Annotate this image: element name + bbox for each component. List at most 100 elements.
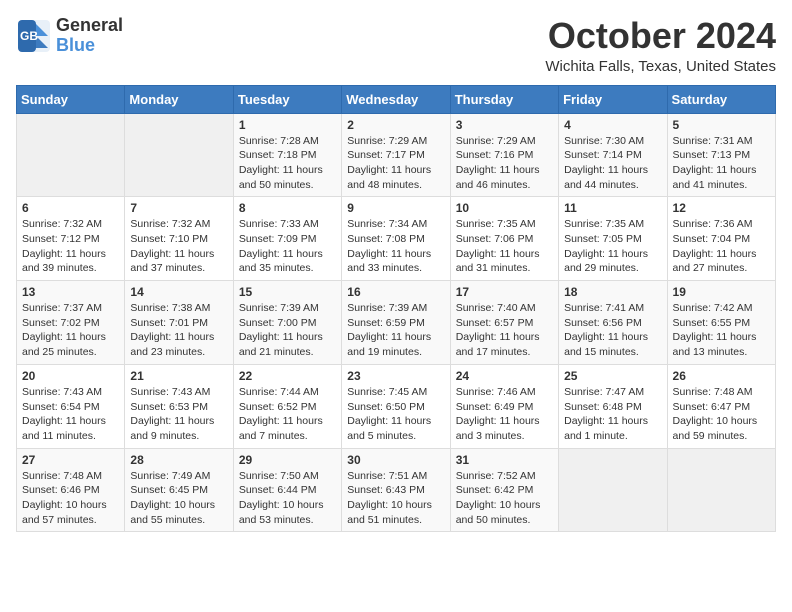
day-number: 24 bbox=[456, 369, 553, 383]
calendar-cell bbox=[125, 113, 233, 197]
day-number: 22 bbox=[239, 369, 336, 383]
day-info: Sunrise: 7:50 AMSunset: 6:44 PMDaylight:… bbox=[239, 469, 336, 528]
day-header-monday: Monday bbox=[125, 85, 233, 113]
day-info: Sunrise: 7:40 AMSunset: 6:57 PMDaylight:… bbox=[456, 301, 553, 360]
day-info: Sunrise: 7:32 AMSunset: 7:10 PMDaylight:… bbox=[130, 217, 227, 276]
calendar-cell: 13 Sunrise: 7:37 AMSunset: 7:02 PMDayligh… bbox=[17, 281, 125, 365]
day-number: 5 bbox=[673, 118, 770, 132]
day-info: Sunrise: 7:43 AMSunset: 6:54 PMDaylight:… bbox=[22, 385, 119, 444]
logo-blue-text: Blue bbox=[56, 36, 123, 56]
day-number: 16 bbox=[347, 285, 444, 299]
calendar-week-2: 6Sunrise: 7:32 AMSunset: 7:12 PMDaylight… bbox=[17, 197, 776, 281]
page-header: GB General Blue October 2024 Wichita Fal… bbox=[16, 16, 776, 75]
calendar-header-row: SundayMondayTuesdayWednesdayThursdayFrid… bbox=[17, 85, 776, 113]
calendar-week-1: 1Sunrise: 7:28 AMSunset: 7:18 PMDaylight… bbox=[17, 113, 776, 197]
day-number: 7 bbox=[130, 201, 227, 215]
calendar-cell: 16 Sunrise: 7:39 AMSunset: 6:59 PMDayligh… bbox=[342, 281, 450, 365]
day-number: 2 bbox=[347, 118, 444, 132]
day-info: Sunrise: 7:29 AMSunset: 7:17 PMDaylight:… bbox=[347, 134, 444, 193]
day-number: 23 bbox=[347, 369, 444, 383]
day-info: Sunrise: 7:48 AMSunset: 6:47 PMDaylight:… bbox=[673, 385, 770, 444]
day-header-wednesday: Wednesday bbox=[342, 85, 450, 113]
day-info: Sunrise: 7:47 AMSunset: 6:48 PMDaylight:… bbox=[564, 385, 661, 444]
day-info: Sunrise: 7:34 AMSunset: 7:08 PMDaylight:… bbox=[347, 217, 444, 276]
calendar-cell: 27 Sunrise: 7:48 AMSunset: 6:46 PMDayligh… bbox=[17, 448, 125, 532]
day-header-saturday: Saturday bbox=[667, 85, 775, 113]
day-info: Sunrise: 7:48 AMSunset: 6:46 PMDaylight:… bbox=[22, 469, 119, 528]
day-number: 27 bbox=[22, 453, 119, 467]
calendar-cell: 14Sunrise: 7:38 AMSunset: 7:01 PMDayligh… bbox=[125, 281, 233, 365]
day-number: 8 bbox=[239, 201, 336, 215]
calendar-cell bbox=[17, 113, 125, 197]
day-number: 4 bbox=[564, 118, 661, 132]
day-header-tuesday: Tuesday bbox=[233, 85, 341, 113]
calendar-cell: 5 Sunrise: 7:31 AMSunset: 7:13 PMDaylight… bbox=[667, 113, 775, 197]
calendar-cell bbox=[559, 448, 667, 532]
day-info: Sunrise: 7:51 AMSunset: 6:43 PMDaylight:… bbox=[347, 469, 444, 528]
calendar-cell: 29 Sunrise: 7:50 AMSunset: 6:44 PMDayligh… bbox=[233, 448, 341, 532]
day-number: 1 bbox=[239, 118, 336, 132]
calendar-week-3: 13 Sunrise: 7:37 AMSunset: 7:02 PMDayligh… bbox=[17, 281, 776, 365]
calendar-cell: 24 Sunrise: 7:46 AMSunset: 6:49 PMDayligh… bbox=[450, 364, 558, 448]
calendar-cell: 26 Sunrise: 7:48 AMSunset: 6:47 PMDayligh… bbox=[667, 364, 775, 448]
day-number: 30 bbox=[347, 453, 444, 467]
title-block: October 2024 Wichita Falls, Texas, Unite… bbox=[545, 16, 776, 75]
day-number: 20 bbox=[22, 369, 119, 383]
day-number: 15 bbox=[239, 285, 336, 299]
calendar-cell: 19 Sunrise: 7:42 AMSunset: 6:55 PMDayligh… bbox=[667, 281, 775, 365]
day-number: 9 bbox=[347, 201, 444, 215]
calendar-cell: 30 Sunrise: 7:51 AMSunset: 6:43 PMDayligh… bbox=[342, 448, 450, 532]
day-info: Sunrise: 7:45 AMSunset: 6:50 PMDaylight:… bbox=[347, 385, 444, 444]
day-info: Sunrise: 7:44 AMSunset: 6:52 PMDaylight:… bbox=[239, 385, 336, 444]
calendar-cell: 4Sunrise: 7:30 AMSunset: 7:14 PMDaylight… bbox=[559, 113, 667, 197]
day-number: 19 bbox=[673, 285, 770, 299]
day-info: Sunrise: 7:49 AMSunset: 6:45 PMDaylight:… bbox=[130, 469, 227, 528]
calendar-cell bbox=[667, 448, 775, 532]
day-header-friday: Friday bbox=[559, 85, 667, 113]
day-number: 3 bbox=[456, 118, 553, 132]
day-info: Sunrise: 7:43 AMSunset: 6:53 PMDaylight:… bbox=[130, 385, 227, 444]
day-number: 26 bbox=[673, 369, 770, 383]
day-number: 21 bbox=[130, 369, 227, 383]
day-number: 29 bbox=[239, 453, 336, 467]
day-info: Sunrise: 7:31 AMSunset: 7:13 PMDaylight:… bbox=[673, 134, 770, 193]
calendar-cell: 25 Sunrise: 7:47 AMSunset: 6:48 PMDayligh… bbox=[559, 364, 667, 448]
calendar-cell: 17Sunrise: 7:40 AMSunset: 6:57 PMDayligh… bbox=[450, 281, 558, 365]
calendar-cell: 20 Sunrise: 7:43 AMSunset: 6:54 PMDayligh… bbox=[17, 364, 125, 448]
day-info: Sunrise: 7:52 AMSunset: 6:42 PMDaylight:… bbox=[456, 469, 553, 528]
day-info: Sunrise: 7:29 AMSunset: 7:16 PMDaylight:… bbox=[456, 134, 553, 193]
day-info: Sunrise: 7:39 AMSunset: 7:00 PMDaylight:… bbox=[239, 301, 336, 360]
day-info: Sunrise: 7:37 AMSunset: 7:02 PMDaylight:… bbox=[22, 301, 119, 360]
day-info: Sunrise: 7:38 AMSunset: 7:01 PMDaylight:… bbox=[130, 301, 227, 360]
day-number: 13 bbox=[22, 285, 119, 299]
calendar-cell: 1Sunrise: 7:28 AMSunset: 7:18 PMDaylight… bbox=[233, 113, 341, 197]
calendar-cell: 28 Sunrise: 7:49 AMSunset: 6:45 PMDayligh… bbox=[125, 448, 233, 532]
day-info: Sunrise: 7:39 AMSunset: 6:59 PMDaylight:… bbox=[347, 301, 444, 360]
calendar-cell: 10Sunrise: 7:35 AMSunset: 7:06 PMDayligh… bbox=[450, 197, 558, 281]
day-number: 25 bbox=[564, 369, 661, 383]
day-number: 31 bbox=[456, 453, 553, 467]
day-info: Sunrise: 7:42 AMSunset: 6:55 PMDaylight:… bbox=[673, 301, 770, 360]
month-title: October 2024 bbox=[545, 16, 776, 56]
day-number: 10 bbox=[456, 201, 553, 215]
day-info: Sunrise: 7:32 AMSunset: 7:12 PMDaylight:… bbox=[22, 217, 119, 276]
day-number: 28 bbox=[130, 453, 227, 467]
logo-icon: GB bbox=[16, 18, 52, 54]
calendar-cell: 9 Sunrise: 7:34 AMSunset: 7:08 PMDaylight… bbox=[342, 197, 450, 281]
logo: GB General Blue bbox=[16, 16, 123, 56]
day-info: Sunrise: 7:46 AMSunset: 6:49 PMDaylight:… bbox=[456, 385, 553, 444]
calendar-cell: 6Sunrise: 7:32 AMSunset: 7:12 PMDaylight… bbox=[17, 197, 125, 281]
calendar-cell: 12 Sunrise: 7:36 AMSunset: 7:04 PMDayligh… bbox=[667, 197, 775, 281]
day-info: Sunrise: 7:36 AMSunset: 7:04 PMDaylight:… bbox=[673, 217, 770, 276]
calendar-cell: 23 Sunrise: 7:45 AMSunset: 6:50 PMDayligh… bbox=[342, 364, 450, 448]
calendar-cell: 8 Sunrise: 7:33 AMSunset: 7:09 PMDaylight… bbox=[233, 197, 341, 281]
logo-general-text: General bbox=[56, 16, 123, 36]
calendar-cell: 7 Sunrise: 7:32 AMSunset: 7:10 PMDaylight… bbox=[125, 197, 233, 281]
calendar-cell: 31 Sunrise: 7:52 AMSunset: 6:42 PMDayligh… bbox=[450, 448, 558, 532]
day-number: 12 bbox=[673, 201, 770, 215]
calendar-cell: 3 Sunrise: 7:29 AMSunset: 7:16 PMDaylight… bbox=[450, 113, 558, 197]
calendar-cell: 15 Sunrise: 7:39 AMSunset: 7:00 PMDayligh… bbox=[233, 281, 341, 365]
day-info: Sunrise: 7:35 AMSunset: 7:05 PMDaylight:… bbox=[564, 217, 661, 276]
day-info: Sunrise: 7:33 AMSunset: 7:09 PMDaylight:… bbox=[239, 217, 336, 276]
svg-text:GB: GB bbox=[20, 29, 38, 43]
